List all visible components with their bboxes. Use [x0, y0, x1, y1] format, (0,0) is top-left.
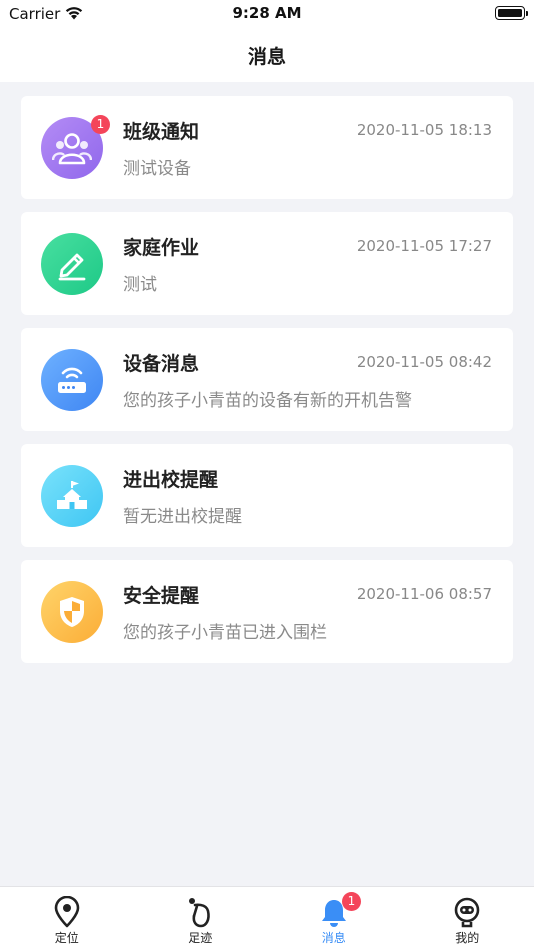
school-icon	[41, 465, 103, 527]
shield-icon	[41, 581, 103, 643]
tab-label: 我的	[455, 931, 480, 945]
profile-icon	[452, 896, 482, 928]
message-item-school-entry[interactable]: 进出校提醒 暂无进出校提醒	[21, 444, 513, 547]
message-preview: 暂无进出校提醒	[123, 507, 242, 527]
message-title: 班级通知	[123, 121, 200, 143]
message-preview: 测试设备	[123, 159, 191, 179]
page-title: 消息	[247, 46, 286, 68]
message-time: 2020-11-05 08:42	[356, 353, 492, 371]
tab-profile[interactable]: 我的	[401, 887, 534, 950]
message-title: 设备消息	[123, 353, 200, 375]
message-time: 2020-11-05 18:13	[356, 121, 492, 139]
clock: 9:28 AM	[232, 4, 302, 22]
message-item-class-notice[interactable]: 1 班级通知 2020-11-05 18:13 测试设备	[21, 96, 513, 199]
message-time: 2020-11-06 08:57	[356, 585, 492, 603]
tab-footprint[interactable]: 足迹	[134, 887, 268, 950]
tab-unread-badge: 1	[342, 892, 361, 911]
tab-label: 足迹	[188, 931, 213, 945]
tab-label: 定位	[54, 931, 79, 945]
location-pin-icon	[53, 896, 81, 928]
message-item-device[interactable]: 设备消息 2020-11-05 08:42 您的孩子小青苗的设备有新的开机告警	[21, 328, 513, 431]
tab-bar: 定位 足迹 1 消息 我的	[0, 886, 534, 950]
router-icon	[41, 349, 103, 411]
message-list: 1 班级通知 2020-11-05 18:13 测试设备 家庭作业 2020-1…	[21, 96, 513, 676]
message-item-homework[interactable]: 家庭作业 2020-11-05 17:27 测试	[21, 212, 513, 315]
tab-location[interactable]: 定位	[0, 887, 134, 950]
tab-label: 消息	[321, 931, 346, 945]
battery-icon	[495, 6, 528, 20]
message-preview: 您的孩子小青苗已进入围栏	[123, 623, 327, 643]
message-item-safety[interactable]: 安全提醒 2020-11-06 08:57 您的孩子小青苗已进入围栏	[21, 560, 513, 663]
footprint-icon	[186, 896, 214, 928]
message-preview: 测试	[123, 275, 157, 295]
message-preview: 您的孩子小青苗的设备有新的开机告警	[123, 391, 412, 411]
message-title: 家庭作业	[123, 237, 200, 259]
unread-badge: 1	[91, 115, 110, 134]
pencil-icon	[41, 233, 103, 295]
message-title: 进出校提醒	[123, 469, 219, 491]
status-bar: Carrier 9:28 AM	[0, 0, 534, 28]
message-time: 2020-11-05 17:27	[356, 237, 492, 255]
navigation-bar: 消息	[0, 28, 534, 82]
message-title: 安全提醒	[123, 585, 200, 607]
tab-messages[interactable]: 1 消息	[267, 887, 401, 950]
